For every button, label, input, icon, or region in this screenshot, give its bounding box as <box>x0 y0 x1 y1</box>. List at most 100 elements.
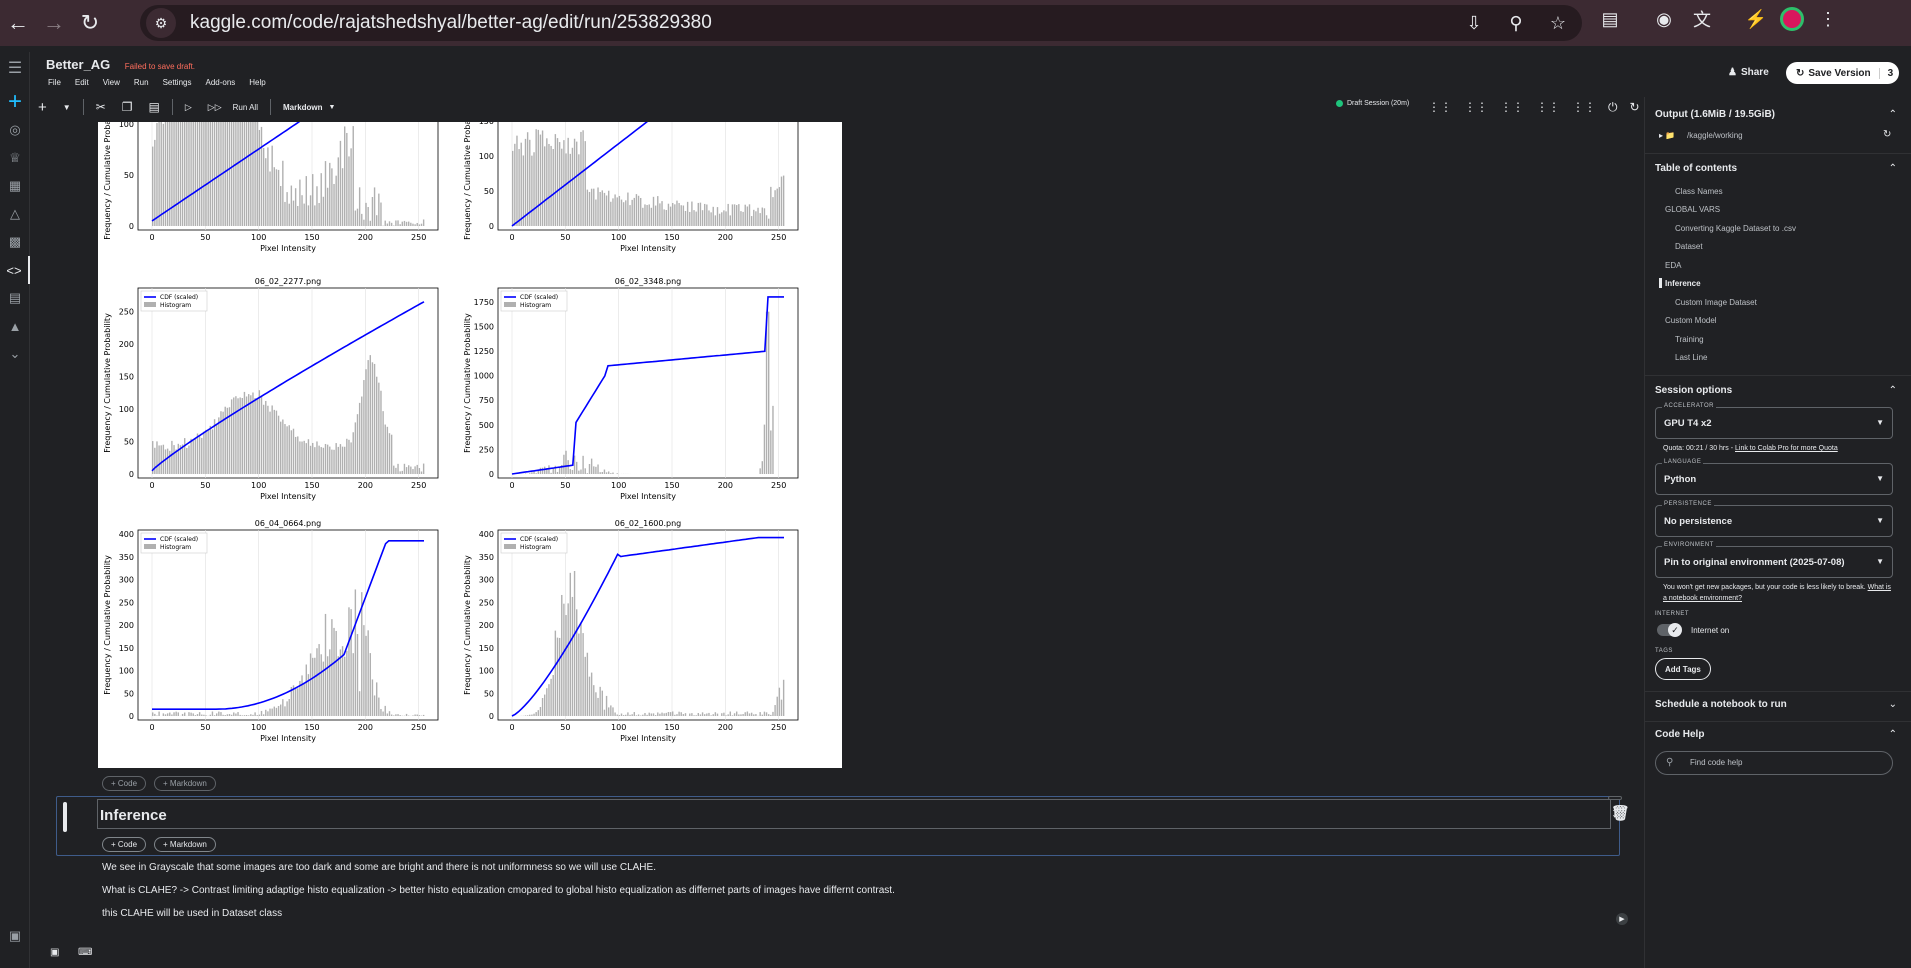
histogram-bar <box>646 714 648 716</box>
add-markdown-button[interactable]: + Markdown <box>154 776 216 791</box>
back-button[interactable]: ← <box>0 5 36 41</box>
menu-run[interactable]: Run <box>134 78 149 87</box>
add-markdown-button[interactable]: + Markdown <box>154 837 216 852</box>
gpu-meter-icon[interactable]: ⋮⋮ <box>1500 100 1524 114</box>
menu-file[interactable]: File <box>48 78 61 87</box>
cell-type-select[interactable]: Markdown <box>283 103 323 112</box>
delete-cell-icon[interactable]: 🗑 <box>1611 804 1630 822</box>
toc-item[interactable]: EDA <box>1665 261 1681 270</box>
expand-panel-icon[interactable]: ▶ <box>1616 913 1628 925</box>
histogram-bar <box>408 221 410 226</box>
markdown-editor[interactable]: Inference ↑ ↓ 🗑 <box>97 796 1630 829</box>
forward-button[interactable]: → <box>36 5 72 41</box>
folder-expand-icon[interactable]: ▸ 📁 <box>1659 131 1675 140</box>
toc-item-active[interactable]: Inference <box>1665 279 1701 288</box>
menu-addons[interactable]: Add-ons <box>205 78 235 87</box>
collapse-chevron-icon[interactable]: ⌃ <box>1889 385 1897 396</box>
gpu2-meter-icon[interactable]: ⋮⋮ <box>1536 100 1560 114</box>
benchmarks-icon[interactable]: ▩ <box>0 228 30 256</box>
add-cell-icon[interactable]: + <box>38 99 47 116</box>
install-app-icon[interactable]: ⇩ <box>1460 9 1488 37</box>
power-icon[interactable]: ⏻ <box>1608 100 1618 115</box>
output-path[interactable]: /kaggle/working <box>1687 131 1743 140</box>
toc-item[interactable]: GLOBAL VARS <box>1665 205 1720 214</box>
copy-icon[interactable]: ❐ <box>122 100 133 114</box>
markdown-cell-selected[interactable]: Inference ↑ ↓ 🗑 <box>56 796 1630 856</box>
add-code-button[interactable]: + Code <box>102 776 147 791</box>
models-icon[interactable]: △ <box>0 200 30 228</box>
share-button[interactable]: ♟ Share <box>1728 67 1769 78</box>
run-all-button[interactable]: Run All <box>233 103 258 112</box>
environment-select[interactable]: ENVIRONMENT Pin to original environment … <box>1655 542 1893 578</box>
explore-icon[interactable]: ◎ <box>0 116 30 144</box>
collapse-chevron-icon[interactable]: ⌃ <box>1889 109 1897 120</box>
language-select[interactable]: LANGUAGE Python ▼ <box>1655 459 1893 495</box>
address-bar[interactable]: ⚙ kaggle.com/code/rajatshedshyal/better-… <box>140 5 1582 41</box>
cpu-meter-icon[interactable]: ⋮⋮ <box>1428 100 1452 114</box>
notebook-title[interactable]: Better_AG <box>46 57 110 72</box>
internet-toggle[interactable]: ✓ <box>1657 623 1682 637</box>
learn-icon[interactable]: ▲ <box>0 312 30 340</box>
toc-item[interactable]: Custom Model <box>1665 316 1717 325</box>
toc-item[interactable]: Custom Image Dataset <box>1675 298 1757 307</box>
session-options-title[interactable]: Session options <box>1655 385 1732 396</box>
refresh-output-icon[interactable]: ↻ <box>1883 129 1891 140</box>
profile-avatar[interactable] <box>1780 7 1804 31</box>
bookmark-star-icon[interactable]: ☆ <box>1544 9 1572 37</box>
add-cell-dropdown-icon[interactable]: ▼ <box>63 103 71 112</box>
histogram-bar <box>684 713 687 716</box>
histogram-bar <box>531 155 533 226</box>
screenshot-icon[interactable]: ◉ <box>1650 5 1678 33</box>
notifications-icon[interactable]: ▣ <box>0 922 30 950</box>
restart-icon[interactable]: ↻ <box>1630 100 1640 114</box>
accelerator-select[interactable]: ACCELERATOR GPU T4 x2 ▼ <box>1655 403 1893 439</box>
save-version-button[interactable]: ↻ Save Version 3 <box>1786 62 1900 84</box>
cut-icon[interactable]: ✂ <box>96 100 106 114</box>
cell-type-chevron-icon[interactable]: ▼ <box>329 104 336 111</box>
toc-item[interactable]: Class Names <box>1675 187 1723 196</box>
translate-icon[interactable]: 文 <box>1688 5 1716 33</box>
code-help-title[interactable]: Code Help <box>1655 729 1704 740</box>
create-icon[interactable]: + <box>0 88 30 116</box>
extensions-icon[interactable]: ▤ <box>1596 5 1624 33</box>
add-tags-button[interactable]: Add Tags <box>1655 658 1711 680</box>
more-chevron-icon[interactable]: ⌄ <box>0 340 30 368</box>
menu-help[interactable]: Help <box>249 78 265 87</box>
code-help-search[interactable]: ⚲ Find code help <box>1655 751 1893 775</box>
add-code-button[interactable]: + Code <box>102 837 147 852</box>
toc-item[interactable]: Last Line <box>1675 353 1707 362</box>
toc-item[interactable]: Training <box>1675 335 1704 344</box>
run-cell-icon[interactable]: ▷ <box>185 102 192 113</box>
menu-edit[interactable]: Edit <box>75 78 89 87</box>
disk-meter-icon[interactable]: ⋮⋮ <box>1572 100 1596 114</box>
discussions-icon[interactable]: ▤ <box>0 284 30 312</box>
ram-meter-icon[interactable]: ⋮⋮ <box>1464 100 1488 114</box>
trophy-icon[interactable]: ♕ <box>0 144 30 172</box>
version-count[interactable]: 3 <box>1878 67 1893 79</box>
reload-button[interactable]: ↻ <box>72 5 108 41</box>
performance-icon[interactable]: ⚡ <box>1742 5 1770 33</box>
menu-view[interactable]: View <box>103 78 120 87</box>
expand-chevron-icon[interactable]: ⌄ <box>1889 699 1897 710</box>
chrome-menu-icon[interactable]: ⋮ <box>1814 5 1842 33</box>
toc-title[interactable]: Table of contents <box>1655 163 1737 174</box>
output-section-title[interactable]: Output (1.6MiB / 19.5GiB) <box>1655 109 1775 120</box>
schedule-title[interactable]: Schedule a notebook to run <box>1655 699 1787 710</box>
colab-pro-link[interactable]: Link to Colab Pro for more Quota <box>1735 445 1838 452</box>
run-all-icon[interactable]: ▷▷ <box>208 102 222 113</box>
console-icon[interactable]: ▣ <box>50 947 59 958</box>
toc-item[interactable]: Converting Kaggle Dataset to .csv <box>1675 224 1796 233</box>
hamburger-icon[interactable]: ☰ <box>0 54 30 82</box>
session-status[interactable]: Draft Session (20m) <box>1336 100 1409 107</box>
collapse-chevron-icon[interactable]: ⌃ <box>1889 729 1897 740</box>
datasets-icon[interactable]: ▦ <box>0 172 30 200</box>
zoom-icon[interactable]: ⚲ <box>1502 9 1530 37</box>
code-icon[interactable]: <> <box>0 256 30 284</box>
toc-item[interactable]: Dataset <box>1675 242 1703 251</box>
paste-icon[interactable]: ▤ <box>149 100 160 114</box>
site-info-icon[interactable]: ⚙ <box>146 8 176 38</box>
collapse-chevron-icon[interactable]: ⌃ <box>1889 163 1897 174</box>
menu-settings[interactable]: Settings <box>163 78 192 87</box>
keyboard-icon[interactable]: ⌨ <box>78 947 92 958</box>
persistence-select[interactable]: PERSISTENCE No persistence ▼ <box>1655 501 1893 537</box>
